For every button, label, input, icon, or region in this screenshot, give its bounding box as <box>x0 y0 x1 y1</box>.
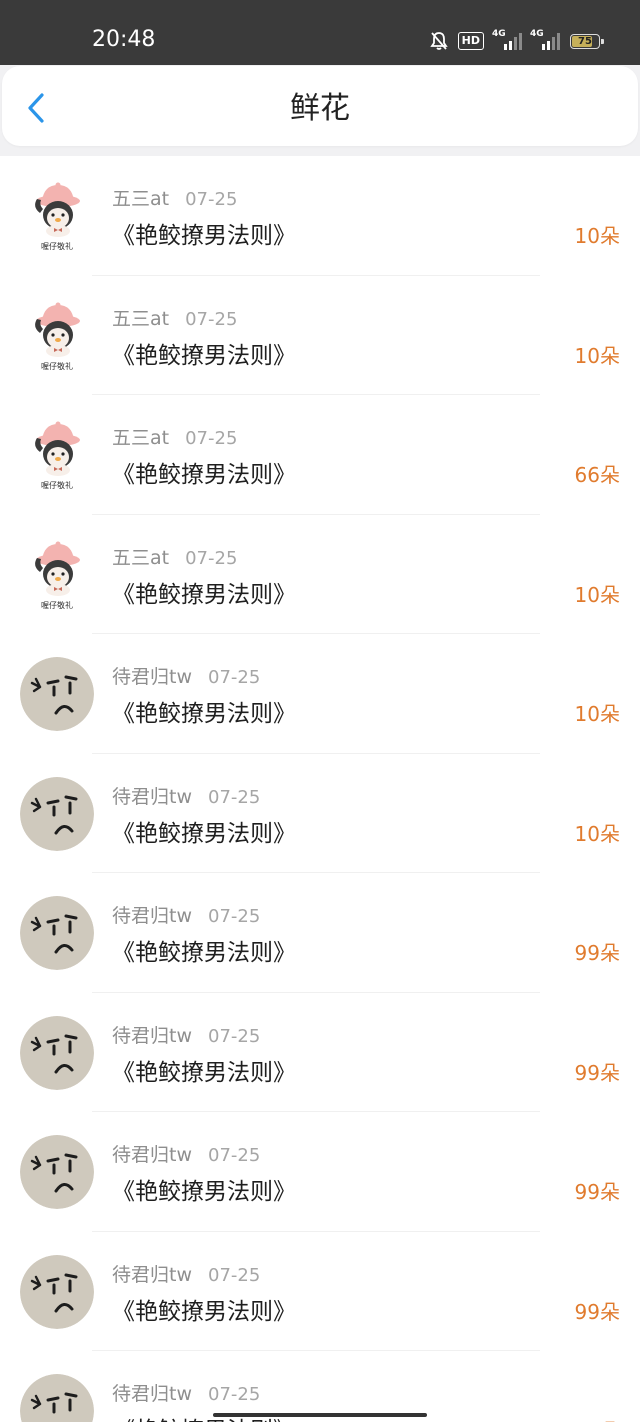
penguin-avatar[interactable]: 喔仔敬礼 <box>20 418 94 492</box>
battery-level: 75 <box>578 35 592 47</box>
username-text: 待君归tw <box>112 1024 192 1047</box>
status-bar: 20:48 HD 4G 4G 75 <box>0 0 640 65</box>
username-text: 待君归tw <box>112 785 192 808</box>
book-title[interactable]: 《艳鲛撩男法则》 <box>112 216 296 250</box>
username-text: 待君归tw <box>112 666 192 688</box>
network-type-label: 4G <box>492 29 506 39</box>
username[interactable]: 五三at 07-25 <box>112 423 237 450</box>
svg-text:喔仔敬礼: 喔仔敬礼 <box>41 241 73 251</box>
book-title[interactable]: 《艳鲛撩男法则》 <box>112 1172 296 1206</box>
username[interactable]: 待君归tw 07-25 <box>112 1021 260 1048</box>
date-label: 07-25 <box>185 547 238 569</box>
username-text: 五三at <box>112 427 170 449</box>
date-label: 07-25 <box>185 428 238 449</box>
angry-face-avatar[interactable] <box>20 657 94 731</box>
angry-face-avatar[interactable] <box>20 1135 94 1209</box>
list-item[interactable]: 待君归tw 07-25 《艳鲛撩男法则》 10朵 <box>0 754 640 873</box>
list-item[interactable]: 喔仔敬礼 五三at 07-25 《艳鲛撩男法则》 10朵 <box>0 276 640 395</box>
date-label: 07-25 <box>208 1264 261 1286</box>
flower-count: 99朵 <box>574 1180 620 1204</box>
list-item[interactable]: 喔仔敬礼 五三at 07-25 《艳鲛撩男法则》 66朵 <box>0 395 640 515</box>
flower-count: 10朵 <box>574 343 620 368</box>
book-title[interactable]: 《艳鲛撩男法则》 <box>112 694 296 728</box>
angry-face-avatar[interactable] <box>20 1015 94 1090</box>
nav-header: 鲜花 <box>2 66 638 146</box>
book-title[interactable]: 《艳鲛撩男法则》 <box>112 814 296 848</box>
flower-count: 10朵 <box>574 224 620 248</box>
flower-count: 10朵 <box>574 582 620 607</box>
date-label: 07-25 <box>185 189 238 210</box>
username-text: 五三at <box>112 188 170 210</box>
username[interactable]: 五三at 07-25 <box>112 304 237 331</box>
list-item[interactable]: 待君归tw 07-25 《艳鲛撩男法则》 99朵 <box>0 1112 640 1232</box>
username[interactable]: 五三at 07-25 <box>112 543 237 570</box>
angry-face-avatar[interactable] <box>20 776 94 851</box>
username[interactable]: 待君归tw 07-25 <box>112 1140 260 1167</box>
username-text: 待君归tw <box>112 1144 192 1166</box>
signal-icon: 4G <box>530 29 560 50</box>
flower-count: 10朵 <box>574 821 620 846</box>
list-item[interactable]: 喔仔敬礼 五三at 07-25 《艳鲛撩男法则》 10朵 <box>0 515 640 634</box>
svg-text:喔仔敬礼: 喔仔敬礼 <box>41 361 73 371</box>
list-item[interactable]: 待君归tw 07-25 《艳鲛撩男法则》 99朵 <box>0 1232 640 1351</box>
network-type-label: 4G <box>530 29 544 39</box>
username-text: 五三at <box>112 546 170 569</box>
angry-face-avatar[interactable] <box>20 896 94 970</box>
penguin-avatar[interactable]: 喔仔敬礼 <box>20 298 94 373</box>
book-title[interactable]: 《艳鲛撩男法则》 <box>112 336 296 370</box>
username-text: 五三at <box>112 307 170 330</box>
flower-count: 99朵 <box>575 1415 620 1422</box>
penguin-avatar[interactable]: 喔仔敬礼 <box>20 179 94 253</box>
book-title[interactable]: 《艳鲛撩男法则》 <box>112 1053 296 1087</box>
angry-face-avatar[interactable] <box>20 1374 94 1422</box>
flower-count: 66朵 <box>574 463 620 487</box>
flower-count: 99朵 <box>574 1060 620 1085</box>
username[interactable]: 待君归tw 07-25 <box>112 782 260 809</box>
list-item[interactable]: 喔仔敬礼 五三at 07-25 《艳鲛撩男法则》 10朵 <box>0 156 640 276</box>
date-label: 07-25 <box>208 1025 261 1047</box>
svg-text:喔仔敬礼: 喔仔敬礼 <box>41 600 73 610</box>
home-indicator[interactable] <box>213 1413 427 1417</box>
date-label: 07-25 <box>208 786 261 808</box>
date-label: 07-25 <box>185 308 238 330</box>
list-item[interactable]: 待君归tw07-25《艳鲛撩男法则》99朵 <box>0 1351 640 1422</box>
date-label: 07-25 <box>208 1384 261 1405</box>
username[interactable]: 待君归tw 07-25 <box>112 1379 260 1406</box>
page-title: 鲜花 <box>290 91 350 126</box>
list-item[interactable]: 待君归tw 07-25 《艳鲛撩男法则》 99朵 <box>0 873 640 993</box>
flower-count: 99朵 <box>574 941 620 965</box>
flower-count: 10朵 <box>574 702 620 726</box>
username[interactable]: 待君归tw 07-25 <box>112 1260 260 1287</box>
list-item[interactable]: 待君归tw 07-25 《艳鲛撩男法则》 10朵 <box>0 634 640 754</box>
bell-off-icon <box>429 32 448 50</box>
book-title[interactable]: 《艳鲛撩男法则》 <box>112 1292 296 1326</box>
list-item[interactable]: 待君归tw 07-25 《艳鲛撩男法则》 99朵 <box>0 993 640 1112</box>
username[interactable]: 待君归tw 07-25 <box>112 662 260 689</box>
svg-text:喔仔敬礼: 喔仔敬礼 <box>41 480 73 490</box>
username-text: 待君归tw <box>112 1263 192 1286</box>
flower-count: 99朵 <box>574 1299 620 1324</box>
status-time: 20:48 <box>92 27 156 52</box>
signal-icon: 4G <box>492 29 522 50</box>
battery-icon: 75 <box>570 33 604 49</box>
flower-gift-list: 喔仔敬礼 五三at 07-25 《艳鲛撩男法则》 10朵 喔仔敬礼 五三at 07-25… <box>0 156 640 1422</box>
username[interactable]: 五三at 07-25 <box>112 184 237 211</box>
status-icons: HD 4G 4G 75 <box>429 29 604 52</box>
username-text: 待君归tw <box>112 905 192 927</box>
date-label: 07-25 <box>208 667 261 688</box>
date-label: 07-25 <box>208 906 261 927</box>
date-label: 07-25 <box>208 1145 261 1166</box>
penguin-avatar[interactable]: 喔仔敬礼 <box>20 537 94 612</box>
hd-icon: HD <box>457 32 484 50</box>
username[interactable]: 待君归tw 07-25 <box>112 901 260 928</box>
username-text: 待君归tw <box>112 1383 192 1405</box>
book-title[interactable]: 《艳鲛撩男法则》 <box>112 455 296 489</box>
book-title[interactable]: 《艳鲛撩男法则》 <box>112 933 296 967</box>
angry-face-avatar[interactable] <box>20 1254 94 1329</box>
book-title[interactable]: 《艳鲛撩男法则》 <box>112 575 296 609</box>
